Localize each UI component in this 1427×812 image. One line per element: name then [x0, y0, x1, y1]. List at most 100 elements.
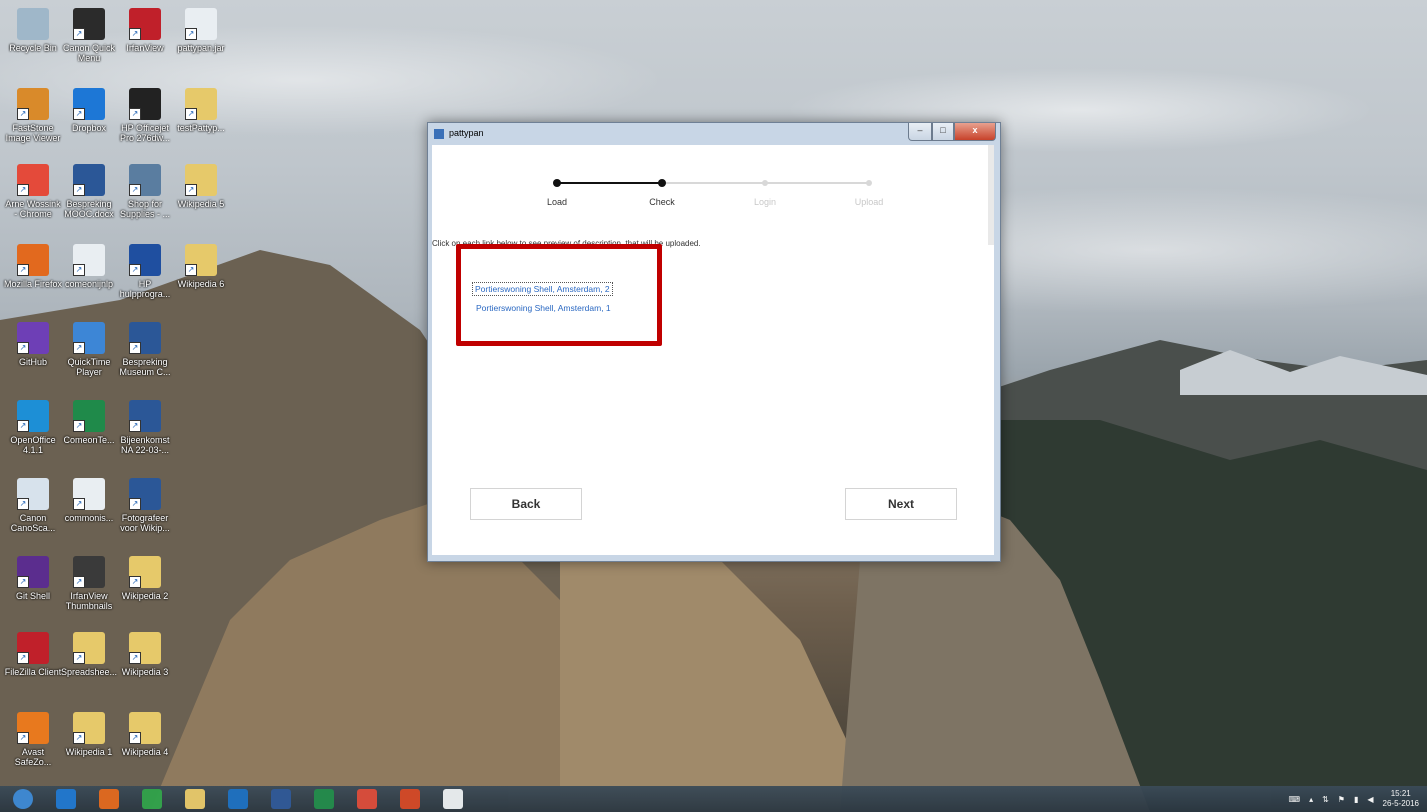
start-orb-icon[interactable] [6, 788, 40, 810]
close-button[interactable]: x [954, 123, 996, 141]
java-icon[interactable] [436, 788, 470, 810]
desktop-app-icon: ↗ [185, 8, 217, 40]
desktop-icon[interactable]: ↗ GitHub [4, 322, 62, 367]
minimize-button[interactable]: – [908, 123, 932, 141]
step-label-login: Login [753, 197, 777, 207]
desktop-app-icon: ↗ [129, 164, 161, 196]
powerpoint-icon[interactable] [393, 788, 427, 810]
desktop-app-icon: ↗ [73, 400, 105, 432]
desktop-icon[interactable]: ↗ Fotografeer voor Wikip... [116, 478, 174, 533]
desktop-icon-label: Shop for Supplies - ... [119, 199, 171, 219]
desktop-app-icon: ↗ [17, 164, 49, 196]
desktop-icon[interactable]: ↗ HP hulpprogra... [116, 244, 174, 299]
desktop-icon[interactable]: ↗ commonis... [60, 478, 118, 523]
window-title: pattypan [449, 128, 484, 138]
desktop-icon-label: IrfanView Thumbnails [65, 591, 113, 611]
desktop-app-icon: ↗ [73, 8, 105, 40]
windows-flag-icon[interactable]: ⚑ [1338, 795, 1345, 804]
desktop-icon[interactable]: ↗ Bespreking MOOC.docx [60, 164, 118, 219]
shortcut-arrow-icon: ↗ [185, 264, 197, 276]
desktop-icon-label: FastStone Image Viewer [5, 123, 61, 143]
chrome-icon[interactable] [135, 788, 169, 810]
shortcut-arrow-icon: ↗ [73, 184, 85, 196]
keyboard-icon[interactable]: ⌨ [1289, 795, 1301, 804]
step-dot-login [762, 180, 768, 186]
desktop-icon[interactable]: ↗ ComeonTe... [60, 400, 118, 445]
shortcut-arrow-icon: ↗ [185, 28, 197, 40]
desktop-icon[interactable]: ↗ FastStone Image Viewer [4, 88, 62, 143]
desktop-icon[interactable]: ↗ comeonijnlp [60, 244, 118, 289]
desktop-app-icon: ↗ [129, 478, 161, 510]
desktop-icon[interactable]: ↗ Spreadshee... [60, 632, 118, 677]
desktop-icon[interactable]: ↗ pattypan.jar [172, 8, 230, 53]
desktop-icon-label: Wikipedia 2 [121, 591, 169, 601]
shortcut-arrow-icon: ↗ [129, 498, 141, 510]
desktop-icon[interactable]: ↗ Wikipedia 2 [116, 556, 174, 601]
desktop-icon[interactable]: ↗ Dropbox [60, 88, 118, 133]
desktop-icon-label: Canon Quick Menu [62, 43, 116, 63]
back-button[interactable]: Back [470, 488, 582, 520]
desktop-icon-label: Canon CanoSca... [10, 513, 56, 533]
desktop-icon[interactable]: ↗ Avast SafeZo... [4, 712, 62, 767]
next-button[interactable]: Next [845, 488, 957, 520]
taskbar: ⌨ ▴ ⇅ ⚑ ▮ ◀ 15:21 26-5-2016 [0, 786, 1427, 812]
desktop-app-icon: ↗ [73, 478, 105, 510]
excel-icon[interactable] [307, 788, 341, 810]
desktop-app-icon: ↗ [17, 400, 49, 432]
desktop-icon[interactable]: ↗ Wikipedia 1 [60, 712, 118, 757]
desktop-icon[interactable]: ↗ QuickTime Player [60, 322, 118, 377]
annotation-highlight-box [456, 244, 662, 346]
desktop-icon[interactable]: ↗ Bijeenkomst NA 22-03-... [116, 400, 174, 455]
desktop-icon[interactable]: ↗ FileZilla Client [4, 632, 62, 677]
file-explorer-icon[interactable] [178, 788, 212, 810]
taskbar-clock[interactable]: 15:21 26-5-2016 [1383, 789, 1419, 809]
desktop-icon[interactable]: ↗ Canon CanoSca... [4, 478, 62, 533]
desktop-app-icon: ↗ [17, 88, 49, 120]
chrome-window-icon[interactable] [350, 788, 384, 810]
shortcut-arrow-icon: ↗ [129, 342, 141, 354]
desktop-icon[interactable]: ↗ Wikipedia 3 [116, 632, 174, 677]
shortcut-arrow-icon: ↗ [129, 732, 141, 744]
desktop-icon[interactable]: ↗ Arne Wossink - Chrome [4, 164, 62, 219]
shortcut-arrow-icon: ↗ [73, 652, 85, 664]
desktop-icon[interactable]: ↗ Wikipedia 5 [172, 164, 230, 209]
show-hidden-icons-icon[interactable]: ▴ [1309, 795, 1313, 804]
outlook-icon[interactable] [221, 788, 255, 810]
desktop-icon-label: QuickTime Player [67, 357, 111, 377]
battery-icon[interactable]: ▮ [1354, 795, 1358, 804]
desktop-icon[interactable]: ↗ OpenOffice 4.1.1 [4, 400, 62, 455]
maximize-button[interactable]: □ [932, 123, 954, 141]
desktop-icon[interactable]: ↗ Bespreking Museum C... [116, 322, 174, 377]
desktop-app-icon: ↗ [129, 632, 161, 664]
desktop-icon[interactable]: ↗ IrfanView Thumbnails [60, 556, 118, 611]
firefox-icon[interactable] [92, 788, 126, 810]
desktop-icon[interactable]: ↗ Wikipedia 4 [116, 712, 174, 757]
desktop-icon[interactable]: ↗ Canon Quick Menu [60, 8, 118, 63]
shortcut-arrow-icon: ↗ [17, 498, 29, 510]
desktop-app-icon: ↗ [17, 478, 49, 510]
shortcut-arrow-icon: ↗ [73, 576, 85, 588]
desktop-icon[interactable]: ↗ Mozilla Firefox [4, 244, 62, 289]
desktop-icon[interactable]: ↗ testPattyp... [172, 88, 230, 133]
desktop-icon-label: Arne Wossink - Chrome [5, 199, 61, 219]
window-titlebar[interactable]: pattypan – □ x [428, 123, 1000, 145]
window-controls: – □ x [908, 123, 996, 141]
desktop-app-icon: ↗ [73, 556, 105, 588]
desktop-icon[interactable]: ↗ Shop for Supplies - ... [116, 164, 174, 219]
vertical-scrollbar[interactable] [988, 145, 994, 245]
desktop-icon[interactable]: ↗ HP Officejet Pro 276dw... [116, 88, 174, 143]
internet-explorer-icon[interactable] [49, 788, 83, 810]
network-icon[interactable]: ⇅ [1322, 795, 1329, 804]
volume-icon[interactable]: ◀ [1367, 795, 1373, 804]
shortcut-arrow-icon: ↗ [73, 498, 85, 510]
desktop-app-icon: ↗ [129, 244, 161, 276]
desktop-icon[interactable]: Recycle Bin [4, 8, 62, 53]
desktop-icon-label: IrfanView [126, 43, 164, 53]
desktop-icon[interactable]: ↗ Git Shell [4, 556, 62, 601]
word-icon[interactable] [264, 788, 298, 810]
desktop-app-icon: ↗ [129, 322, 161, 354]
desktop-icon[interactable]: ↗ Wikipedia 6 [172, 244, 230, 289]
desktop-app-icon: ↗ [73, 632, 105, 664]
desktop-icon-label: pattypan.jar [177, 43, 225, 53]
desktop-icon[interactable]: ↗ IrfanView [116, 8, 174, 53]
